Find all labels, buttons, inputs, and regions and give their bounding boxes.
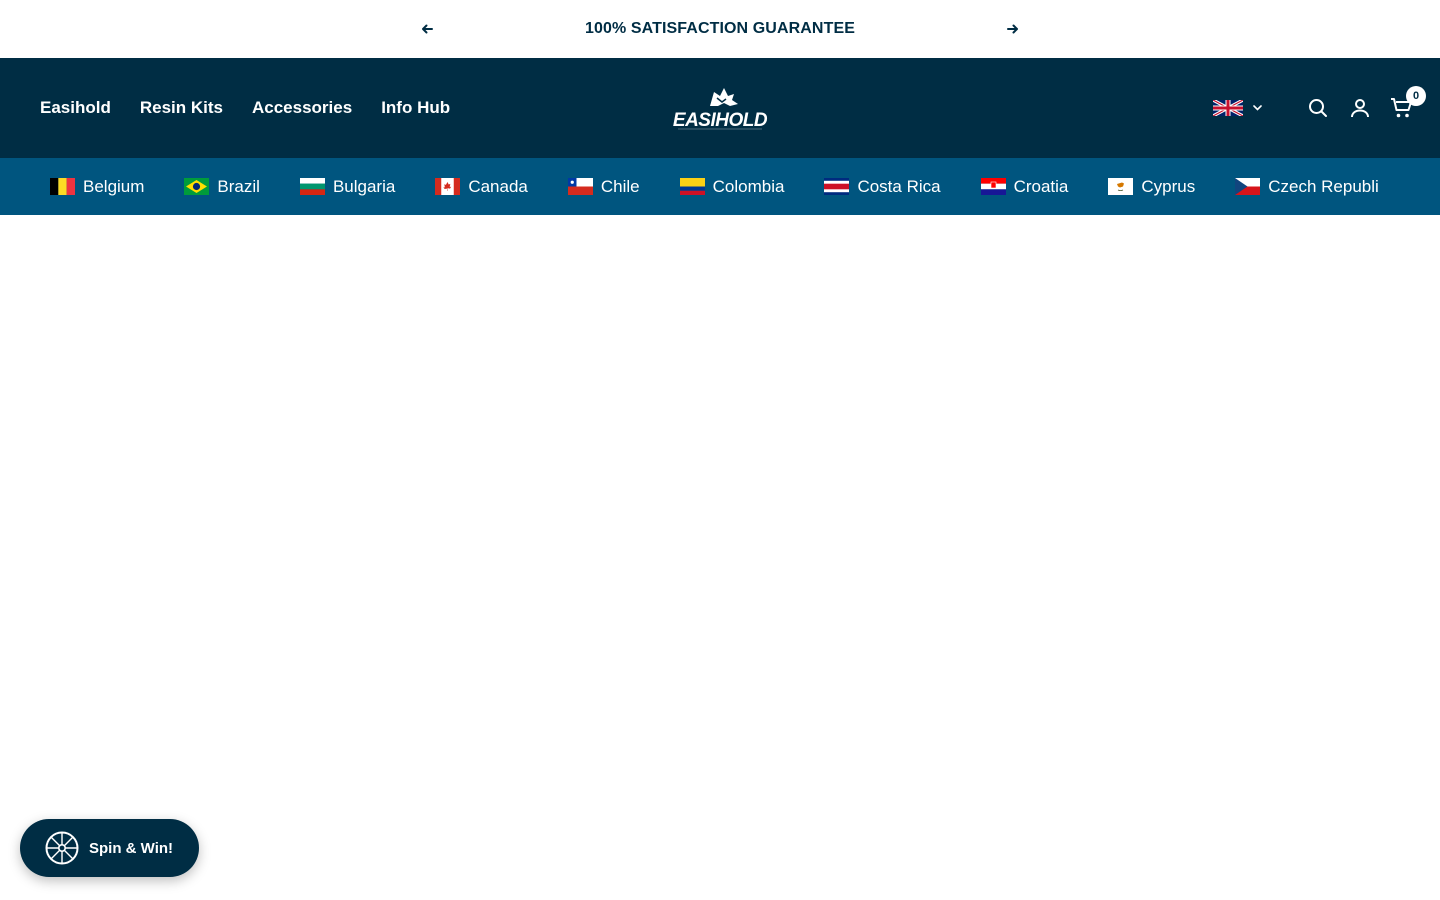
- country-label: Colombia: [712, 176, 785, 196]
- language-selector[interactable]: [1213, 100, 1262, 116]
- country-item-colombia[interactable]: Colombia: [679, 176, 785, 197]
- nav-link-accessories[interactable]: Accessories: [252, 98, 352, 118]
- nav-link-info-hub[interactable]: Info Hub: [381, 98, 450, 118]
- chile-flag-icon: [567, 178, 593, 195]
- wheel-icon: [45, 831, 79, 865]
- chevron-down-icon: [1253, 105, 1262, 111]
- brazil-flag-icon: [184, 178, 210, 195]
- main-nav: Easihold Resin Kits Accessories Info Hub: [40, 58, 479, 158]
- country-label: Chile: [600, 176, 640, 196]
- cyprus-flag-icon: [1108, 178, 1134, 195]
- country-item-brazil[interactable]: Brazil: [184, 177, 260, 197]
- canada-flag-icon: [435, 178, 461, 195]
- cart-count-badge: 0: [1406, 86, 1426, 106]
- country-item-czech-republic[interactable]: Czech Republi: [1235, 177, 1379, 197]
- uk-flag-icon: [1213, 100, 1243, 116]
- country-label: Canada: [468, 176, 528, 196]
- croatia-flag-icon: [980, 178, 1006, 195]
- country-label: Czech Republi: [1268, 176, 1379, 196]
- user-icon: [1351, 99, 1369, 118]
- country-strip: Belgium Brazil Bulgaria Canada Chile Col…: [0, 158, 1440, 215]
- country-label: Belgium: [83, 176, 145, 196]
- nav-link-resin-kits[interactable]: Resin Kits: [140, 98, 223, 118]
- belgium-flag-icon: [50, 178, 75, 195]
- nav-link-easihold[interactable]: Easihold: [40, 98, 111, 118]
- announcement-bar: 100% SATISFACTION GUARANTEE: [0, 0, 1440, 58]
- spin-and-win-label: Spin & Win!: [89, 839, 174, 857]
- czech-flag-icon: [1235, 178, 1261, 195]
- announcement-message: 100% SATISFACTION GUARANTEE: [585, 20, 855, 37]
- costa-rica-flag-icon: [824, 178, 850, 195]
- country-label: Costa Rica: [857, 176, 941, 196]
- cart-button[interactable]: 0: [1390, 86, 1426, 120]
- bulgaria-flag-icon: [299, 178, 325, 195]
- site-header: Easihold Resin Kits Accessories Info Hub…: [0, 58, 1440, 158]
- country-item-chile[interactable]: Chile: [567, 176, 640, 197]
- account-button[interactable]: [1348, 96, 1372, 120]
- logo-text: EASIHOLD: [673, 110, 768, 131]
- header-utilities: 0: [1213, 58, 1426, 158]
- search-icon: [1309, 99, 1327, 117]
- country-item-cyprus[interactable]: Cyprus: [1108, 177, 1195, 197]
- country-item-canada[interactable]: Canada: [435, 177, 528, 197]
- country-label: Cyprus: [1141, 176, 1196, 196]
- country-label: Croatia: [1013, 176, 1069, 196]
- country-item-costa-rica[interactable]: Costa Rica: [824, 176, 941, 197]
- arrow-right-icon[interactable]: [1003, 19, 1023, 39]
- colombia-flag-icon: [679, 178, 705, 195]
- site-logo[interactable]: EASIHOLD: [670, 84, 770, 132]
- arrow-left-icon[interactable]: [417, 19, 437, 39]
- search-button[interactable]: [1306, 96, 1330, 120]
- country-item-croatia[interactable]: Croatia: [980, 176, 1069, 197]
- country-label: Brazil: [217, 176, 260, 196]
- country-label: Bulgaria: [332, 176, 396, 196]
- country-item-bulgaria[interactable]: Bulgaria: [299, 176, 396, 197]
- country-track: Belgium Brazil Bulgaria Canada Chile Col…: [50, 158, 1419, 215]
- country-item-belgium[interactable]: Belgium: [50, 177, 144, 197]
- spin-and-win-button[interactable]: Spin & Win!: [20, 819, 199, 877]
